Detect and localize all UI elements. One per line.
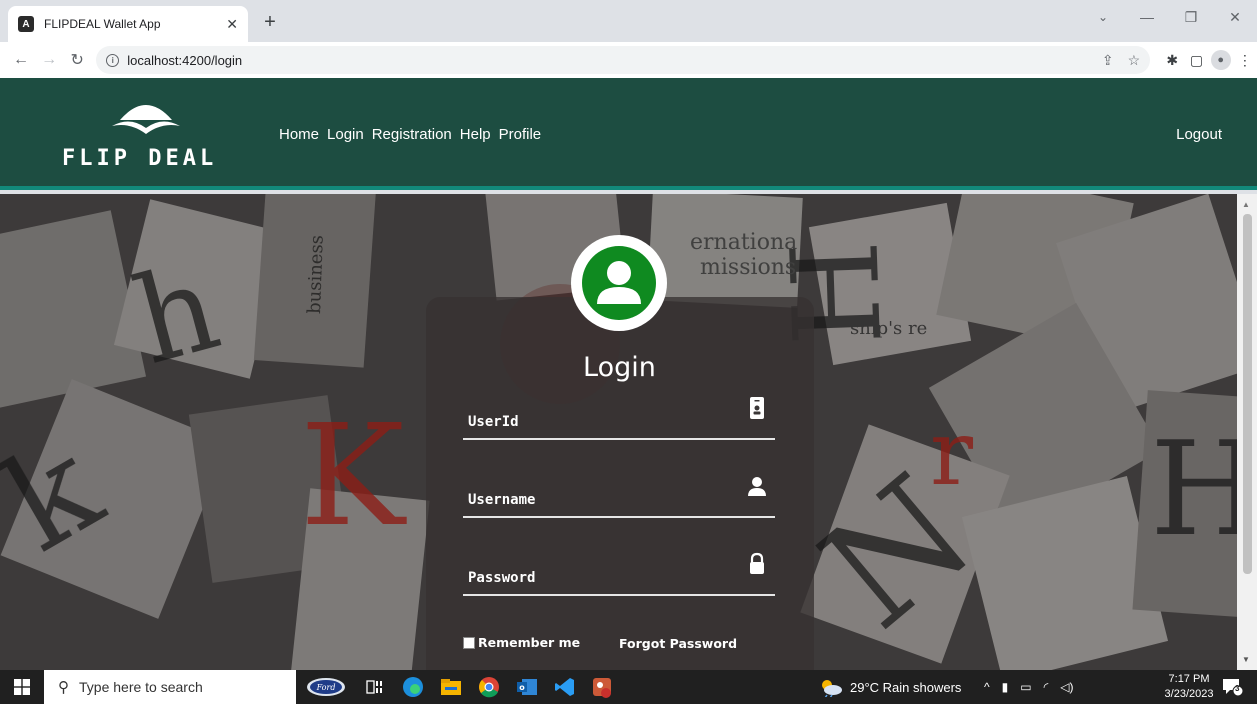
- weather-widget[interactable]: 29°C Rain showers: [818, 670, 961, 704]
- scroll-thumb[interactable]: [1243, 214, 1252, 574]
- taskbar-clock[interactable]: 7:17 PM 3/23/2023: [1164, 672, 1214, 702]
- app-header: FLIP DEAL Home Login Registration Help P…: [0, 78, 1257, 190]
- search-icon: ⚲: [58, 679, 69, 696]
- password-field[interactable]: Password: [463, 552, 775, 596]
- teams-icon[interactable]: [584, 670, 622, 704]
- remember-me-checkbox[interactable]: [463, 636, 475, 649]
- id-card-icon: [750, 397, 764, 419]
- window-controls: ⌄ — ❐ ✕: [1081, 0, 1257, 34]
- notification-center-icon[interactable]: 3: [1221, 677, 1244, 697]
- svg-text:H: H: [1150, 413, 1237, 565]
- weather-text: 29°C Rain showers: [850, 679, 962, 695]
- nav-login[interactable]: Login: [327, 126, 364, 143]
- tray-overflow-chevron-icon[interactable]: ^: [984, 680, 990, 694]
- svg-text:Ford: Ford: [316, 683, 336, 692]
- svg-text:business: business: [304, 235, 328, 315]
- profile-avatar[interactable]: ●: [1209, 47, 1233, 73]
- battery-icon[interactable]: ▭: [1020, 680, 1031, 694]
- address-bar[interactable]: i localhost:4200/login ⇪ ☆: [96, 46, 1151, 74]
- chrome-menu-icon[interactable]: ⋮: [1233, 47, 1257, 73]
- system-tray: ^ ▮ ▭ ◜ ◁): [984, 670, 1073, 704]
- password-label: Password: [468, 570, 536, 586]
- clock-time: 7:17 PM: [1168, 673, 1210, 685]
- ford-app-icon[interactable]: Ford: [296, 670, 356, 704]
- windows-start-icon[interactable]: [0, 670, 44, 704]
- remember-me-label: Remember me: [478, 635, 581, 650]
- usb-device-icon[interactable]: ▮: [1002, 680, 1009, 694]
- taskbar-search[interactable]: ⚲ Type here to search: [44, 670, 296, 704]
- vscode-icon[interactable]: [546, 670, 584, 704]
- flipdeal-logo[interactable]: FLIP DEAL: [62, 96, 242, 176]
- logo-text: FLIP DEAL: [62, 146, 218, 171]
- user-avatar: [571, 235, 667, 331]
- svg-text:missions: missions: [700, 255, 796, 280]
- book-sun-logo-icon: [112, 105, 180, 134]
- windows-taskbar: ⚲ Type here to search Ford o 29°C Rain s…: [0, 670, 1257, 704]
- tab-search-icon[interactable]: ⌄: [1081, 0, 1125, 34]
- svg-text:o: o: [519, 683, 525, 692]
- login-title: Login: [583, 352, 656, 383]
- username-field[interactable]: Username: [463, 474, 775, 518]
- userid-field[interactable]: UserId: [463, 396, 775, 440]
- side-panel-icon[interactable]: ▢: [1184, 47, 1208, 73]
- userid-label: UserId: [468, 414, 519, 430]
- wifi-icon[interactable]: ◜: [1044, 680, 1049, 694]
- scroll-down-arrow-icon[interactable]: ▼: [1242, 655, 1250, 664]
- nav-registration[interactable]: Registration: [372, 126, 452, 143]
- notification-count: 3: [1235, 684, 1240, 693]
- bookmark-star-icon[interactable]: ☆: [1128, 52, 1141, 69]
- reload-icon[interactable]: ↻: [64, 46, 90, 74]
- browser-toolbar: ← → ↻ i localhost:4200/login ⇪ ☆ ✱ ▢ ● ⋮: [0, 42, 1257, 78]
- user-avatar-icon: [582, 246, 656, 320]
- browser-tab[interactable]: A FLIPDEAL Wallet App ✕: [8, 6, 248, 42]
- back-arrow-icon[interactable]: ←: [8, 46, 34, 74]
- edge-browser-icon[interactable]: [394, 670, 432, 704]
- forward-arrow-icon[interactable]: →: [36, 46, 62, 74]
- remember-me[interactable]: Remember me: [463, 635, 580, 650]
- browser-tab-strip: A FLIPDEAL Wallet App ✕ + ⌄ — ❐ ✕: [0, 0, 1257, 42]
- forgot-password-link[interactable]: Forgot Password: [619, 636, 737, 651]
- new-tab-button[interactable]: +: [258, 10, 282, 34]
- username-label: Username: [468, 492, 536, 508]
- outlook-icon[interactable]: o: [508, 670, 546, 704]
- close-window-button[interactable]: ✕: [1213, 0, 1257, 34]
- extensions-puzzle-icon[interactable]: ✱: [1160, 47, 1184, 73]
- main-nav: Home Login Registration Help Profile: [279, 126, 541, 143]
- nav-help[interactable]: Help: [460, 126, 491, 143]
- svg-text:K: K: [300, 395, 407, 558]
- tab-title: FLIPDEAL Wallet App: [44, 17, 161, 31]
- clock-date: 3/23/2023: [1164, 688, 1214, 700]
- file-explorer-icon[interactable]: [432, 670, 470, 704]
- url-text[interactable]: localhost:4200/login: [127, 53, 1088, 68]
- lock-icon: [750, 552, 764, 574]
- logout-link[interactable]: Logout: [1176, 126, 1222, 143]
- site-info-icon[interactable]: i: [106, 53, 120, 67]
- scroll-up-arrow-icon[interactable]: ▲: [1242, 200, 1250, 209]
- nav-home[interactable]: Home: [279, 126, 319, 143]
- chrome-browser-icon[interactable]: [470, 670, 508, 704]
- restore-button[interactable]: ❐: [1169, 0, 1213, 34]
- svg-text:ernationa: ernationa: [690, 230, 797, 255]
- task-view-icon[interactable]: [356, 670, 394, 704]
- taskbar-search-placeholder: Type here to search: [79, 679, 203, 695]
- angular-favicon-icon: A: [18, 16, 34, 32]
- share-icon[interactable]: ⇪: [1102, 52, 1114, 69]
- svg-text:ship's re: ship's re: [850, 318, 927, 339]
- nav-profile[interactable]: Profile: [499, 126, 542, 143]
- close-tab-icon[interactable]: ✕: [226, 16, 238, 33]
- weather-cloud-sun-icon: [822, 680, 842, 697]
- user-icon: [748, 477, 766, 496]
- volume-icon[interactable]: ◁): [1060, 680, 1073, 694]
- page-scrollbar[interactable]: ▲ ▼: [1237, 194, 1257, 670]
- svg-text:r: r: [930, 401, 974, 506]
- minimize-button[interactable]: —: [1125, 0, 1169, 34]
